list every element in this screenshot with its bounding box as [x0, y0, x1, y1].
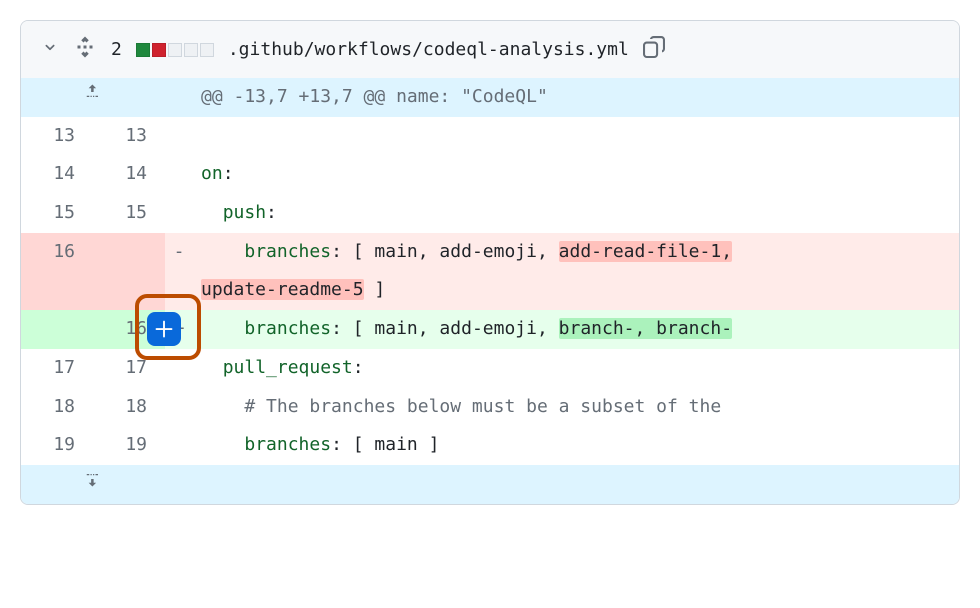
code-content: branches: [ main, add-emoji, branch-, br…	[193, 310, 959, 349]
hunk-header-text: @@ -13,7 +13,7 @@ name: "CodeQL"	[193, 78, 959, 117]
diff-neutral-box	[184, 43, 198, 57]
code-content: push:	[193, 194, 959, 233]
diff-line[interactable]: 17 17 pull_request:	[21, 349, 959, 388]
new-line-number[interactable]: 18	[93, 388, 165, 427]
diff-stat-squares	[136, 43, 214, 57]
expand-down-button[interactable]	[21, 465, 165, 504]
new-line-number[interactable]: 16	[93, 310, 165, 349]
unfold-icon	[73, 35, 97, 59]
collapse-toggle[interactable]	[41, 38, 59, 61]
diff-deleted-box	[152, 43, 166, 57]
plus-icon	[154, 319, 174, 339]
diff-neutral-box	[168, 43, 182, 57]
old-line-number[interactable]: 13	[21, 117, 93, 156]
diff-line[interactable]: 15 15 push:	[21, 194, 959, 233]
old-line-number[interactable]: 14	[21, 155, 93, 194]
new-line-number[interactable]: 13	[93, 117, 165, 156]
deletion-sign: -	[165, 233, 193, 272]
diff-line[interactable]: 19 19 branches: [ main ]	[21, 426, 959, 465]
diff-line[interactable]: 18 18 # The branches below must be a sub…	[21, 388, 959, 427]
new-line-number[interactable]: 19	[93, 426, 165, 465]
expand-down-icon	[83, 469, 103, 489]
changed-file-count: 2	[111, 39, 122, 60]
hunk-header-row: @@ -13,7 +13,7 @@ name: "CodeQL"	[21, 78, 959, 117]
diff-neutral-box	[200, 43, 214, 57]
expand-up-icon	[83, 82, 103, 102]
add-comment-button[interactable]	[147, 312, 181, 346]
old-line-number[interactable]: 16	[21, 233, 93, 272]
code-content: branches: [ main ]	[193, 426, 959, 465]
copy-icon	[643, 36, 665, 58]
old-line-number[interactable]: 19	[21, 426, 93, 465]
diff-line-deletion-wrap[interactable]: update-readme-5 ]	[21, 271, 959, 310]
diff-line-addition[interactable]: 16 + branches: [ main, add-emoji, branch…	[21, 310, 959, 349]
file-header: 2 .github/workflows/codeql-analysis.yml	[21, 21, 959, 78]
diff-line[interactable]: 13 13	[21, 117, 959, 156]
code-content	[193, 117, 959, 156]
copy-path-button[interactable]	[643, 36, 665, 63]
old-line-number[interactable]: 15	[21, 194, 93, 233]
code-content: update-readme-5 ]	[193, 271, 959, 310]
file-path[interactable]: .github/workflows/codeql-analysis.yml	[228, 39, 629, 60]
chevron-down-icon	[41, 38, 59, 56]
move-handle[interactable]	[73, 35, 97, 64]
diff-table: @@ -13,7 +13,7 @@ name: "CodeQL" 13 13 1…	[21, 78, 959, 504]
expand-up-button[interactable]	[21, 78, 165, 117]
code-content: # The branches below must be a subset of…	[193, 388, 959, 427]
diff-file-container: 2 .github/workflows/codeql-analysis.yml …	[20, 20, 960, 505]
old-line-number[interactable]: 17	[21, 349, 93, 388]
diff-added-box	[136, 43, 150, 57]
old-line-number[interactable]: 18	[21, 388, 93, 427]
diff-line-deletion[interactable]: 16 - branches: [ main, add-emoji, add-re…	[21, 233, 959, 272]
code-content: on:	[193, 155, 959, 194]
hunk-footer-row	[21, 465, 959, 504]
new-line-number[interactable]: 15	[93, 194, 165, 233]
new-line-number[interactable]: 17	[93, 349, 165, 388]
code-content: pull_request:	[193, 349, 959, 388]
code-content: branches: [ main, add-emoji, add-read-fi…	[193, 233, 959, 272]
diff-line[interactable]: 14 14 on:	[21, 155, 959, 194]
new-line-number[interactable]: 14	[93, 155, 165, 194]
